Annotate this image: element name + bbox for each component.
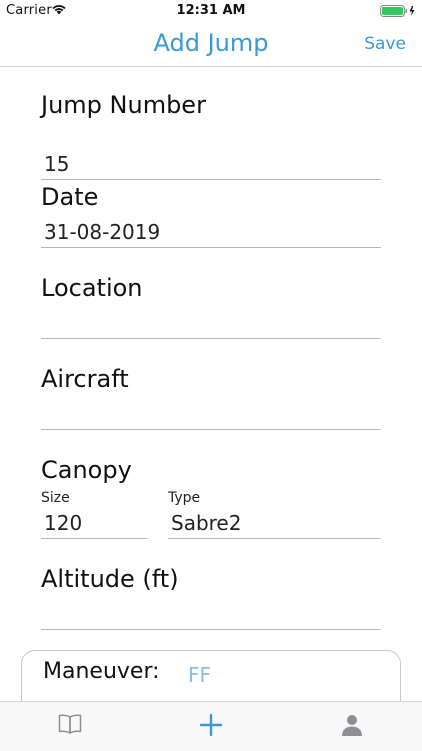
navigation-bar: Add Jump Save [0,22,422,67]
date-field: Date 31-08-2019 [41,183,381,249]
aircraft-field: Aircraft [41,365,381,431]
jump-number-field: Jump Number 15 [41,91,381,180]
maneuver-input[interactable]: FF [188,663,211,687]
date-input[interactable]: 31-08-2019 [41,217,381,248]
date-label: Date [41,183,99,211]
page-title: Add Jump [153,29,269,57]
canopy-size-value: 120 [44,511,83,535]
canopy-type-value: Sabre2 [171,511,242,535]
tab-logbook[interactable] [40,702,100,751]
date-value: 31-08-2019 [44,220,161,244]
location-label: Location [41,274,143,302]
book-icon [58,714,82,734]
altitude-field: Altitude (ft) [41,565,381,631]
canopy-field: Canopy Size 120 Type Sabre2 [41,456,381,540]
canopy-label: Canopy [41,456,132,484]
location-input[interactable] [41,308,381,339]
aircraft-input[interactable] [41,399,381,430]
plus-icon [199,713,223,737]
canopy-type-input[interactable]: Sabre2 [168,508,381,539]
jump-number-input[interactable]: 15 [41,149,381,180]
altitude-input[interactable] [41,599,381,630]
altitude-label: Altitude (ft) [41,565,179,593]
save-button[interactable]: Save [364,34,406,54]
maneuver-label: Maneuver: [43,659,160,684]
canopy-type-label: Type [168,490,201,506]
location-field: Location [41,274,381,340]
aircraft-label: Aircraft [41,365,129,393]
canopy-size-input[interactable]: 120 [41,508,147,539]
tab-bar [0,701,422,751]
tab-add-jump[interactable] [181,702,241,751]
person-icon [342,715,362,736]
battery-icon [380,5,415,17]
tab-profile[interactable] [322,702,382,751]
status-bar: Carrier 12:31 AM [0,0,422,22]
jump-number-label: Jump Number [41,91,206,119]
canopy-size-label: Size [41,490,70,506]
status-time: 12:31 AM [176,3,246,18]
jump-number-value: 15 [44,152,70,176]
